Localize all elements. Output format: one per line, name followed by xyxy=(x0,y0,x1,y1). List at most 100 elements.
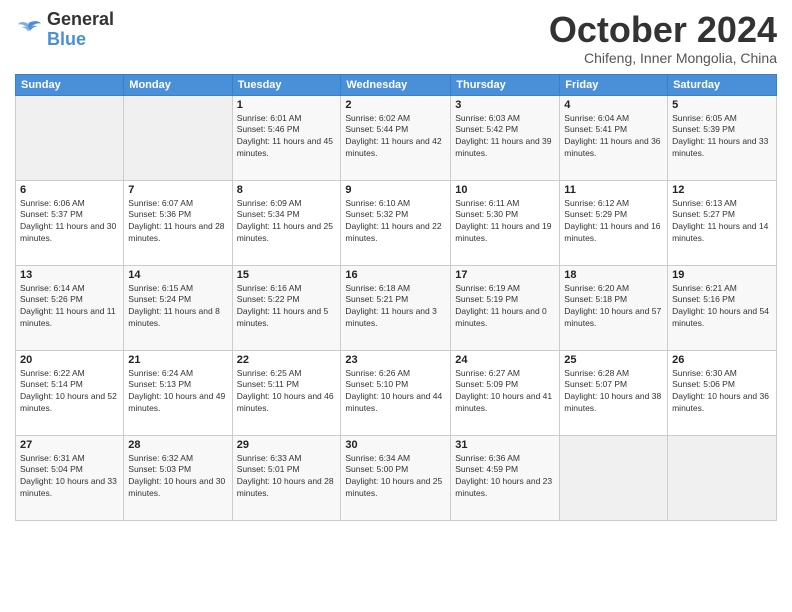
table-row: 16 Sunrise: 6:18 AMSunset: 5:21 PMDayligh… xyxy=(341,265,451,350)
table-row xyxy=(16,95,124,180)
col-friday: Friday xyxy=(560,74,668,95)
title-block: October 2024 Chifeng, Inner Mongolia, Ch… xyxy=(549,10,777,66)
table-row: 4Sunrise: 6:04 AMSunset: 5:41 PMDaylight… xyxy=(560,95,668,180)
day-detail: Sunrise: 6:25 AMSunset: 5:11 PMDaylight:… xyxy=(237,368,337,416)
day-detail: Sunrise: 6:31 AMSunset: 5:04 PMDaylight:… xyxy=(20,453,119,501)
day-detail: Sunrise: 6:07 AMSunset: 5:36 PMDaylight:… xyxy=(128,198,227,246)
table-row: 15 Sunrise: 6:16 AMSunset: 5:22 PMDayligh… xyxy=(232,265,341,350)
day-number: 15 xyxy=(237,269,337,281)
location-subtitle: Chifeng, Inner Mongolia, China xyxy=(549,50,777,66)
logo-line1: General xyxy=(47,10,114,30)
table-row: 1 Sunrise: 6:01 AMSunset: 5:46 PMDaylight… xyxy=(232,95,341,180)
table-row: 28 Sunrise: 6:32 AMSunset: 5:03 PMDayligh… xyxy=(124,435,232,520)
day-detail: Sunrise: 6:11 AMSunset: 5:30 PMDaylight:… xyxy=(455,198,555,246)
day-number: 12 xyxy=(672,184,772,196)
table-row: 31Sunrise: 6:36 AMSunset: 4:59 PMDayligh… xyxy=(451,435,560,520)
day-number: 24 xyxy=(455,354,555,366)
day-number: 3 xyxy=(455,99,555,111)
table-row: 9Sunrise: 6:10 AMSunset: 5:32 PMDaylight… xyxy=(341,180,451,265)
logo-line2: Blue xyxy=(47,30,114,50)
table-row xyxy=(560,435,668,520)
table-row: 25 Sunrise: 6:28 AMSunset: 5:07 PMDayligh… xyxy=(560,350,668,435)
day-detail: Sunrise: 6:14 AMSunset: 5:26 PMDaylight:… xyxy=(20,283,119,331)
header: General Blue October 2024 Chifeng, Inner… xyxy=(15,10,777,66)
day-number: 26 xyxy=(672,354,772,366)
table-row xyxy=(124,95,232,180)
day-detail: Sunrise: 6:13 AMSunset: 5:27 PMDaylight:… xyxy=(672,198,772,246)
day-detail: Sunrise: 6:16 AMSunset: 5:22 PMDaylight:… xyxy=(237,283,337,331)
day-detail: Sunrise: 6:18 AMSunset: 5:21 PMDaylight:… xyxy=(345,283,446,331)
day-detail: Sunrise: 6:05 AMSunset: 5:39 PMDaylight:… xyxy=(672,113,772,161)
col-saturday: Saturday xyxy=(668,74,777,95)
day-detail: Sunrise: 6:33 AMSunset: 5:01 PMDaylight:… xyxy=(237,453,337,501)
table-row: 29Sunrise: 6:33 AMSunset: 5:01 PMDayligh… xyxy=(232,435,341,520)
day-detail: Sunrise: 6:01 AMSunset: 5:46 PMDaylight:… xyxy=(237,113,337,161)
day-number: 11 xyxy=(564,184,663,196)
table-row: 23 Sunrise: 6:26 AMSunset: 5:10 PMDayligh… xyxy=(341,350,451,435)
table-row: 27 Sunrise: 6:31 AMSunset: 5:04 PMDayligh… xyxy=(16,435,124,520)
table-row: 24 Sunrise: 6:27 AMSunset: 5:09 PMDayligh… xyxy=(451,350,560,435)
day-detail: Sunrise: 6:09 AMSunset: 5:34 PMDaylight:… xyxy=(237,198,337,246)
calendar-week-4: 20Sunrise: 6:22 AMSunset: 5:14 PMDayligh… xyxy=(16,350,777,435)
day-detail: Sunrise: 6:12 AMSunset: 5:29 PMDaylight:… xyxy=(564,198,663,246)
day-detail: Sunrise: 6:26 AMSunset: 5:10 PMDaylight:… xyxy=(345,368,446,416)
table-row: 17 Sunrise: 6:19 AMSunset: 5:19 PMDayligh… xyxy=(451,265,560,350)
day-number: 30 xyxy=(345,439,446,451)
day-number: 7 xyxy=(128,184,227,196)
day-number: 8 xyxy=(237,184,337,196)
calendar-table: Sunday Monday Tuesday Wednesday Thursday… xyxy=(15,74,777,521)
calendar-week-3: 13Sunrise: 6:14 AMSunset: 5:26 PMDayligh… xyxy=(16,265,777,350)
table-row: 10 Sunrise: 6:11 AMSunset: 5:30 PMDayligh… xyxy=(451,180,560,265)
day-detail: Sunrise: 6:19 AMSunset: 5:19 PMDaylight:… xyxy=(455,283,555,331)
calendar-header-row: Sunday Monday Tuesday Wednesday Thursday… xyxy=(16,74,777,95)
day-detail: Sunrise: 6:21 AMSunset: 5:16 PMDaylight:… xyxy=(672,283,772,331)
day-detail: Sunrise: 6:03 AMSunset: 5:42 PMDaylight:… xyxy=(455,113,555,161)
page: General Blue October 2024 Chifeng, Inner… xyxy=(0,0,792,612)
day-number: 10 xyxy=(455,184,555,196)
day-detail: Sunrise: 6:32 AMSunset: 5:03 PMDaylight:… xyxy=(128,453,227,501)
day-detail: Sunrise: 6:06 AMSunset: 5:37 PMDaylight:… xyxy=(20,198,119,246)
table-row: 30Sunrise: 6:34 AMSunset: 5:00 PMDayligh… xyxy=(341,435,451,520)
calendar-week-1: 1 Sunrise: 6:01 AMSunset: 5:46 PMDaylight… xyxy=(16,95,777,180)
day-number: 23 xyxy=(345,354,446,366)
col-thursday: Thursday xyxy=(451,74,560,95)
day-number: 5 xyxy=(672,99,772,111)
day-number: 16 xyxy=(345,269,446,281)
col-wednesday: Wednesday xyxy=(341,74,451,95)
day-number: 28 xyxy=(128,439,227,451)
day-detail: Sunrise: 6:27 AMSunset: 5:09 PMDaylight:… xyxy=(455,368,555,416)
col-tuesday: Tuesday xyxy=(232,74,341,95)
day-detail: Sunrise: 6:28 AMSunset: 5:07 PMDaylight:… xyxy=(564,368,663,416)
day-detail: Sunrise: 6:15 AMSunset: 5:24 PMDaylight:… xyxy=(128,283,227,331)
table-row xyxy=(668,435,777,520)
calendar-week-5: 27 Sunrise: 6:31 AMSunset: 5:04 PMDayligh… xyxy=(16,435,777,520)
day-detail: Sunrise: 6:10 AMSunset: 5:32 PMDaylight:… xyxy=(345,198,446,246)
table-row: 5 Sunrise: 6:05 AMSunset: 5:39 PMDaylight… xyxy=(668,95,777,180)
table-row: 20Sunrise: 6:22 AMSunset: 5:14 PMDayligh… xyxy=(16,350,124,435)
day-number: 1 xyxy=(237,99,337,111)
day-number: 27 xyxy=(20,439,119,451)
table-row: 12 Sunrise: 6:13 AMSunset: 5:27 PMDayligh… xyxy=(668,180,777,265)
day-number: 6 xyxy=(20,184,119,196)
logo-text: General Blue xyxy=(47,10,114,50)
table-row: 21Sunrise: 6:24 AMSunset: 5:13 PMDayligh… xyxy=(124,350,232,435)
table-row: 22Sunrise: 6:25 AMSunset: 5:11 PMDayligh… xyxy=(232,350,341,435)
day-number: 31 xyxy=(455,439,555,451)
logo: General Blue xyxy=(15,10,114,50)
logo-bird-icon xyxy=(15,19,43,41)
day-number: 14 xyxy=(128,269,227,281)
day-number: 19 xyxy=(672,269,772,281)
calendar-week-2: 6 Sunrise: 6:06 AMSunset: 5:37 PMDaylight… xyxy=(16,180,777,265)
day-detail: Sunrise: 6:30 AMSunset: 5:06 PMDaylight:… xyxy=(672,368,772,416)
month-title: October 2024 xyxy=(549,10,777,50)
table-row: 2Sunrise: 6:02 AMSunset: 5:44 PMDaylight… xyxy=(341,95,451,180)
day-detail: Sunrise: 6:20 AMSunset: 5:18 PMDaylight:… xyxy=(564,283,663,331)
day-number: 17 xyxy=(455,269,555,281)
day-number: 2 xyxy=(345,99,446,111)
table-row: 8 Sunrise: 6:09 AMSunset: 5:34 PMDaylight… xyxy=(232,180,341,265)
day-number: 4 xyxy=(564,99,663,111)
table-row: 7 Sunrise: 6:07 AMSunset: 5:36 PMDaylight… xyxy=(124,180,232,265)
day-number: 25 xyxy=(564,354,663,366)
table-row: 26 Sunrise: 6:30 AMSunset: 5:06 PMDayligh… xyxy=(668,350,777,435)
day-detail: Sunrise: 6:22 AMSunset: 5:14 PMDaylight:… xyxy=(20,368,119,416)
